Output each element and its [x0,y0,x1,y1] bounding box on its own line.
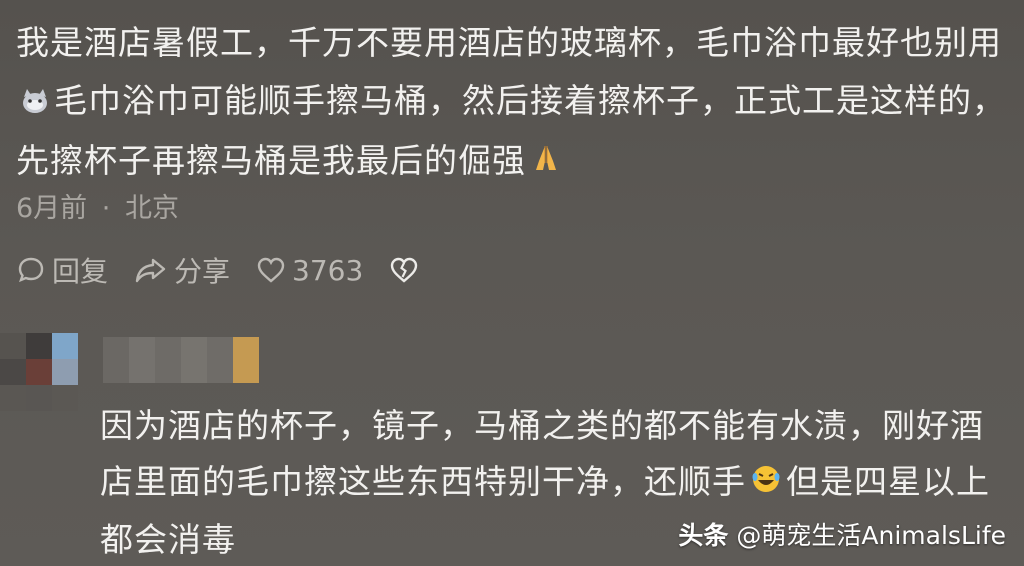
like-button[interactable]: 3763 [256,254,363,287]
comment-location: 北京 [124,193,179,224]
comment-actions: 回复 分享 3763 [16,250,451,290]
share-arrow-icon [135,258,166,283]
comment-text-part2: 毛巾浴巾可能顺手擦马桶，然后接着擦杯子，正式工是这样的，先擦杯子再擦马桶是我最后… [16,81,1006,180]
share-button[interactable]: 分享 [134,250,230,290]
watermark-account: @萌宠生活AnimalsLife [736,521,1006,550]
laughing-tears-icon [750,456,782,512]
pixelated-username-image [103,337,259,383]
comment-body: 我是酒店暑假工，千万不要用酒店的玻璃杯，毛巾浴巾最好也别用毛巾浴巾可能顺手擦马桶… [16,14,1006,191]
meta-separator: · [101,193,111,224]
heart-icon [257,257,285,283]
like-count: 3763 [292,253,364,287]
share-label: 分享 [174,255,231,288]
comment-time: 6月前 [16,193,88,224]
screenshot-canvas: 我是酒店暑假工，千万不要用酒店的玻璃杯，毛巾浴巾最好也别用毛巾浴巾可能顺手擦马桶… [0,0,1024,566]
watermark: 头条 @萌宠生活AnimalsLife [678,516,1006,552]
reply-button[interactable]: 回复 [16,250,108,290]
comment-meta: 6月前 · 北京 [16,186,179,225]
watermark-brand: 头条 [678,521,729,550]
cat-face-icon [20,74,50,132]
reply-label: 回复 [52,255,109,288]
pixelated-avatar-image [0,333,78,411]
avatar[interactable] [0,333,80,413]
dislike-button[interactable] [389,256,425,284]
username[interactable] [103,333,259,385]
pray-hands-icon [530,133,562,191]
broken-heart-icon [391,257,418,283]
comment-text-part1: 我是酒店暑假工，千万不要用酒店的玻璃杯，毛巾浴巾最好也别用 [16,23,1002,62]
reply-bubble-icon [18,257,44,283]
